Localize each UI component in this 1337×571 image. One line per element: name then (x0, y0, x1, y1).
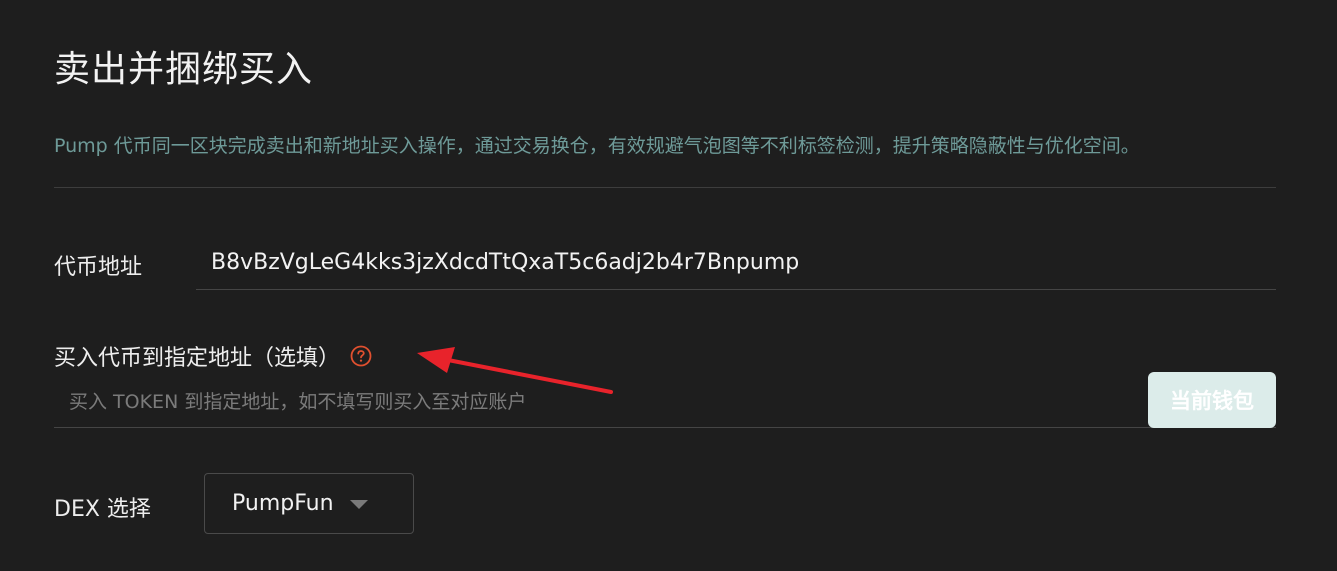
token-address-label: 代币地址 (54, 255, 143, 280)
page-title: 卖出并捆绑买入 (54, 49, 314, 90)
bundle-sell-buy-panel: 卖出并捆绑买入 Pump 代币同一区块完成卖出和新地址买入操作，通过交易换仓，有… (0, 0, 1337, 571)
header-divider (54, 187, 1276, 188)
dex-selected-value: PumpFun (232, 491, 334, 516)
current-wallet-button[interactable]: 当前钱包 (1148, 372, 1276, 428)
buy-address-label: 买入代币到指定地址（选填） (54, 346, 341, 371)
question-circle-icon[interactable] (350, 345, 372, 367)
caret-down-icon (349, 500, 368, 509)
page-description: Pump 代币同一区块完成卖出和新地址买入操作，通过交易换仓，有效规避气泡图等不… (54, 135, 1140, 157)
buy-address-label-row: 买入代币到指定地址（选填） (54, 340, 372, 372)
buy-address-underline (54, 427, 1276, 428)
dex-select-dropdown[interactable]: PumpFun (204, 473, 414, 534)
token-address-field[interactable]: B8vBzVgLeG4kks3jzXdcdTtQxaT5c6adj2b4r7Bn… (196, 240, 1276, 290)
dex-select-label: DEX 选择 (54, 497, 151, 522)
buy-address-input[interactable] (54, 376, 1144, 428)
